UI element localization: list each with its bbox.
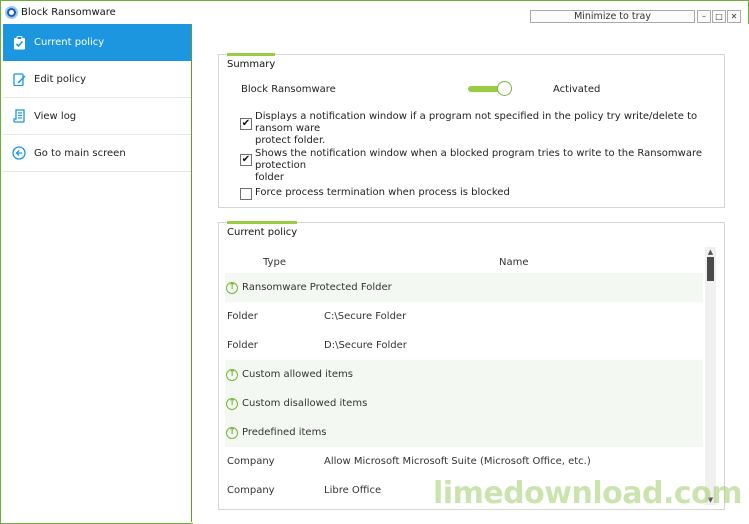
option-text: Force process termination when process i… xyxy=(255,187,510,198)
current-policy-tab[interactable]: Current policy xyxy=(227,221,298,238)
table-row[interactable]: ↑ Predefined items xyxy=(225,418,703,447)
column-header-type[interactable]: Type xyxy=(263,257,286,268)
scroll-up-icon[interactable]: ▲ xyxy=(705,247,716,257)
sidebar-item-edit-policy[interactable]: Edit policy xyxy=(3,61,191,98)
force-termination-checkbox[interactable] xyxy=(240,188,252,200)
sidebar-item-label: Current policy xyxy=(34,37,105,48)
block-ransomware-toggle[interactable] xyxy=(468,81,512,97)
column-header-name[interactable]: Name xyxy=(499,257,529,268)
expand-arrow-icon[interactable]: ↑ xyxy=(226,397,238,410)
minimize-button[interactable]: – xyxy=(697,10,711,23)
clipboard-check-icon xyxy=(12,35,26,50)
sidebar: Current policy Edit policy View log Go t… xyxy=(3,24,192,522)
sidebar-item-view-log[interactable]: View log xyxy=(3,98,191,135)
minimize-to-tray-button[interactable]: Minimize to tray xyxy=(530,10,695,23)
edit-icon xyxy=(12,72,26,86)
expand-arrow-icon[interactable]: ↑ xyxy=(226,368,238,381)
title-bar: Block Ransomware Minimize to tray – □ ✕ xyxy=(1,1,748,25)
summary-panel: Summary Block Ransomware Activated ✔ Dis… xyxy=(218,53,725,208)
status-label: Activated xyxy=(553,84,601,95)
feature-label: Block Ransomware xyxy=(241,84,336,95)
table-row[interactable]: Folder D:\Secure Folder xyxy=(225,331,703,360)
log-icon xyxy=(12,109,26,123)
option-text: Displays a notification window if a prog… xyxy=(255,111,698,146)
window-title: Block Ransomware xyxy=(21,7,116,18)
policy-table: Type Name ↑ Ransomware Protected Folder … xyxy=(225,247,716,505)
expand-arrow-icon[interactable]: ↑ xyxy=(226,281,238,294)
sidebar-item-current-policy[interactable]: Current policy xyxy=(3,24,191,61)
notify-unspecified-checkbox[interactable]: ✔ xyxy=(240,118,252,130)
table-row[interactable]: ↑ Ransomware Protected Folder xyxy=(225,273,703,302)
sidebar-item-label: Edit policy xyxy=(34,73,86,85)
table-row[interactable]: ↑ Custom disallowed items xyxy=(225,389,703,418)
sidebar-item-go-to-main-screen[interactable]: Go to main screen xyxy=(3,135,191,172)
table-row[interactable]: ↑ Custom allowed items xyxy=(225,360,703,389)
close-button[interactable]: ✕ xyxy=(727,10,741,23)
table-row[interactable]: Folder C:\Secure Folder xyxy=(225,302,703,331)
vertical-scrollbar[interactable]: ▲ ▼ xyxy=(705,247,716,505)
table-row[interactable]: Company Allow Microsoft Microsoft Suite … xyxy=(225,447,703,476)
sidebar-item-label: View log xyxy=(34,110,77,122)
app-shield-icon xyxy=(5,6,18,19)
option-text: Shows the notification window when a blo… xyxy=(255,148,703,183)
current-policy-panel: Current policy Type Name ↑ Ransomware Pr… xyxy=(218,221,725,510)
notify-blocked-checkbox[interactable]: ✔ xyxy=(240,154,252,166)
maximize-button[interactable]: □ xyxy=(712,10,726,23)
scroll-thumb[interactable] xyxy=(707,257,714,281)
main-content: Summary Block Ransomware Activated ✔ Dis… xyxy=(193,24,749,524)
watermark: limedownload.com xyxy=(433,476,743,511)
sidebar-item-label: Go to main screen xyxy=(34,147,126,159)
expand-arrow-icon[interactable]: ↑ xyxy=(226,426,238,439)
app-window: Block Ransomware Minimize to tray – □ ✕ … xyxy=(0,0,749,524)
summary-tab[interactable]: Summary xyxy=(227,53,276,70)
arrow-left-circle-icon xyxy=(12,146,26,160)
